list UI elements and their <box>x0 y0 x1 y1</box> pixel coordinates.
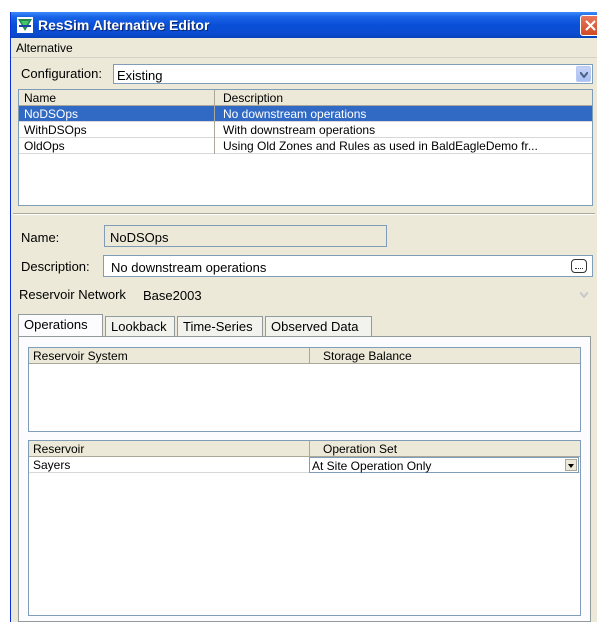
row-description: With downstream operations <box>223 123 376 137</box>
column-header-reservoir-system[interactable]: Reservoir System <box>33 349 128 363</box>
column-divider[interactable] <box>309 348 310 364</box>
tab-observed-data[interactable]: Observed Data <box>265 316 372 336</box>
reservoir-table: Reservoir Operation Set Sayers At Site O… <box>28 440 581 616</box>
reservoir-network-select[interactable]: Base2003 <box>139 284 593 305</box>
ellipsis-button-icon[interactable] <box>571 259 587 273</box>
column-header-description[interactable]: Description <box>223 91 283 105</box>
chevron-down-icon[interactable] <box>576 66 591 82</box>
reservoir-table-header: Reservoir Operation Set <box>29 441 580 457</box>
chevron-down-icon[interactable] <box>565 459 577 471</box>
tab-time-series[interactable]: Time-Series <box>177 316 263 336</box>
column-header-reservoir[interactable]: Reservoir <box>33 442 84 456</box>
ressim-app-icon <box>17 17 33 33</box>
section-divider <box>13 213 595 215</box>
row-name: NoDSOps <box>24 107 79 121</box>
tab-operations[interactable]: Operations <box>18 314 103 337</box>
tab-label: Operations <box>24 317 88 332</box>
description-value: No downstream operations <box>111 260 267 275</box>
tab-label: Time-Series <box>183 319 253 334</box>
name-label: Name: <box>21 230 60 245</box>
close-button[interactable] <box>580 15 597 36</box>
tab-lookback[interactable]: Lookback <box>105 316 175 336</box>
cell-divider <box>214 122 215 138</box>
alternatives-table: Name Description NoDSOps No downstream o… <box>18 89 593 206</box>
operation-set-value: At Site Operation Only <box>312 459 432 473</box>
column-header-operation-set[interactable]: Operation Set <box>323 442 397 456</box>
column-divider[interactable] <box>214 90 215 106</box>
table-row[interactable]: WithDSOps With downstream operations <box>19 122 592 138</box>
description-label: Description: <box>21 259 90 274</box>
configuration-label: Configuration: <box>21 66 102 81</box>
column-header-storage-balance[interactable]: Storage Balance <box>323 349 412 363</box>
table-row[interactable]: Sayers At Site Operation Only <box>29 457 580 473</box>
row-reservoir: Sayers <box>33 458 71 472</box>
reservoir-system-table: Reservoir System Storage Balance <box>28 347 581 432</box>
table-row[interactable]: NoDSOps No downstream operations <box>19 106 592 122</box>
tab-label: Lookback <box>111 319 167 334</box>
row-name: WithDSOps <box>24 123 87 137</box>
cell-divider <box>214 106 215 122</box>
table-row[interactable]: OldOps Using Old Zones and Rules as used… <box>19 138 592 154</box>
close-icon <box>585 20 596 31</box>
reservoir-system-header: Reservoir System Storage Balance <box>29 348 580 364</box>
column-divider[interactable] <box>309 441 310 457</box>
name-value: NoDSOps <box>110 230 169 245</box>
description-field[interactable]: No downstream operations <box>103 255 593 277</box>
configuration-value: Existing <box>117 68 163 83</box>
operation-set-select[interactable]: At Site Operation Only <box>309 457 579 473</box>
operations-tab-panel: Reservoir System Storage Balance Reservo… <box>18 336 591 622</box>
tab-label: Observed Data <box>271 319 359 334</box>
menu-bar: Alternative <box>11 38 597 58</box>
reservoir-network-label: Reservoir Network <box>19 287 126 302</box>
name-field[interactable]: NoDSOps <box>104 225 387 247</box>
cell-divider <box>214 138 215 154</box>
row-description: Using Old Zones and Rules as used in Bal… <box>223 139 538 153</box>
menu-alternative[interactable]: Alternative <box>16 41 73 55</box>
alternative-editor-window: ResSim Alternative Editor Alternative Co… <box>10 12 597 622</box>
column-header-name[interactable]: Name <box>24 91 56 105</box>
chevron-down-icon[interactable] <box>576 286 591 303</box>
row-description: No downstream operations <box>223 107 367 121</box>
reservoir-network-value: Base2003 <box>143 288 202 303</box>
row-name: OldOps <box>24 139 65 153</box>
window-title: ResSim Alternative Editor <box>38 17 210 33</box>
configuration-select[interactable]: Existing <box>113 64 593 84</box>
alternatives-table-header: Name Description <box>19 90 592 106</box>
title-bar[interactable]: ResSim Alternative Editor <box>11 12 597 38</box>
